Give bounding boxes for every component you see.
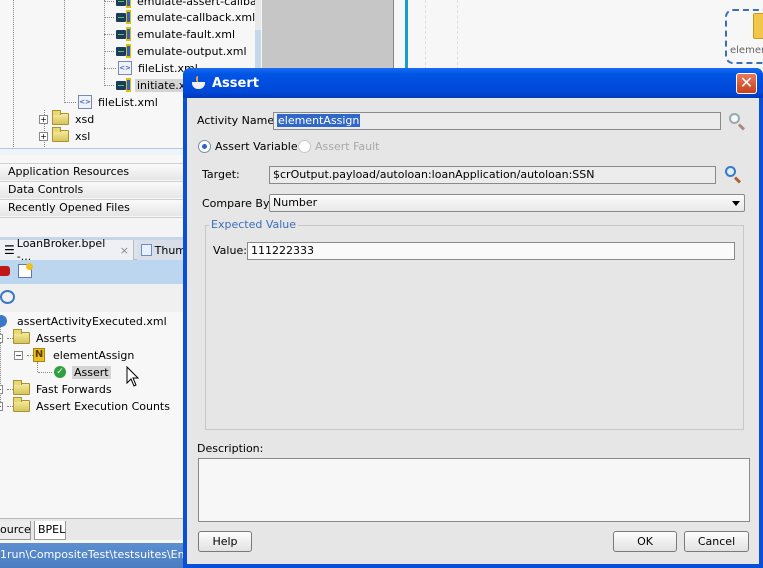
- thumbnail-icon: [141, 244, 152, 256]
- collapse-icon[interactable]: −: [14, 350, 23, 360]
- xml-test-icon: [116, 27, 132, 41]
- tree-item[interactable]: emulate-fault.xml: [104, 26, 237, 42]
- value-label: Value:: [213, 244, 247, 257]
- folder-icon: [13, 397, 30, 412]
- help-button[interactable]: Help: [198, 531, 252, 552]
- dialog-title: Assert: [212, 75, 259, 91]
- compare-by-select[interactable]: Number: [269, 194, 745, 212]
- assert-fault-radio[interactable]: [298, 140, 311, 153]
- expand-icon[interactable]: +: [39, 131, 48, 141]
- assign-activity-icon: N: [33, 348, 45, 362]
- assert-variable-radio[interactable]: [198, 140, 211, 153]
- dialog-body: Activity Name: elementAssign Assert Vari…: [187, 98, 759, 564]
- xml-test-icon: [116, 10, 132, 24]
- close-button[interactable]: ✕: [736, 73, 757, 94]
- tree-item[interactable]: + xsl: [39, 127, 92, 144]
- tree-item-assert[interactable]: ✓ Assert: [38, 364, 111, 380]
- canvas-gridline: [425, 0, 426, 70]
- test-tree: assertActivityExecuted.xml − Asserts − N…: [0, 312, 185, 518]
- xml-test-icon: [116, 44, 132, 58]
- mouse-cursor-icon: [126, 366, 140, 387]
- tree-item[interactable]: <> fileList.xml: [64, 94, 160, 110]
- editor-mode-tabs: ource BPEL: [0, 518, 185, 540]
- canvas-gridline: [457, 0, 458, 70]
- node-label: elemen: [730, 45, 763, 56]
- collapse-icon[interactable]: −: [0, 333, 3, 343]
- chevron-down-icon: [732, 201, 740, 206]
- tree-item-assert-execution-counts[interactable]: + Assert Execution Counts: [0, 397, 172, 414]
- compare-by-label: Compare By:: [202, 197, 273, 210]
- folder-icon: [13, 380, 30, 395]
- tree-item[interactable]: emulate-output.xml: [104, 43, 249, 59]
- assert-variable-label[interactable]: Assert Variable: [215, 140, 298, 153]
- description-field[interactable]: [198, 458, 750, 522]
- accordion-application-resources[interactable]: Application Resources: [0, 163, 185, 180]
- accordion-data-controls[interactable]: Data Controls: [0, 181, 185, 198]
- value-field[interactable]: 111222333: [247, 242, 735, 260]
- xml-test-icon: [116, 0, 132, 8]
- tree-item[interactable]: emulate-assert-callbac: [104, 0, 255, 9]
- assert-fault-label[interactable]: Assert Fault: [315, 140, 380, 153]
- new-test-icon[interactable]: [18, 263, 33, 278]
- folder-icon: [52, 110, 69, 125]
- expected-value-title: Expected Value: [209, 218, 299, 231]
- tree-connector: [64, 0, 65, 103]
- test-file-icon: [0, 315, 7, 327]
- tree-item-asserts[interactable]: − Asserts: [0, 329, 78, 346]
- structure-tabs: ☰ LoanBroker.bpel -... × Thumb: [0, 237, 197, 263]
- target-label: Target:: [202, 168, 240, 181]
- panel-divider[interactable]: [405, 0, 408, 70]
- tree-item-fast-forwards[interactable]: + Fast Forwards: [0, 380, 114, 397]
- toolbar: [0, 260, 185, 284]
- pin-icon[interactable]: [0, 266, 10, 276]
- expand-icon[interactable]: +: [0, 401, 3, 411]
- tree-item[interactable]: + xsd: [39, 110, 96, 127]
- expand-icon[interactable]: +: [0, 384, 3, 394]
- java-cup-icon: [191, 76, 207, 90]
- toolbar: [0, 284, 185, 312]
- status-bar-path: 1run\CompositeTest\testsuites\Emulat: [0, 543, 185, 568]
- refresh-icon[interactable]: [0, 290, 15, 304]
- assert-check-icon: ✓: [54, 366, 66, 378]
- tab-loanbroker-bpel[interactable]: ☰ LoanBroker.bpel -... ×: [0, 237, 134, 263]
- close-tab-icon[interactable]: ×: [120, 244, 129, 257]
- canvas-activity-node[interactable]: elemen: [725, 9, 763, 64]
- tree-connector: [13, 0, 14, 155]
- accordion-recently-opened-files[interactable]: Recently Opened Files: [0, 199, 185, 216]
- xml-file-icon: <>: [78, 95, 92, 109]
- cancel-button[interactable]: Cancel: [684, 531, 749, 552]
- tab-source[interactable]: ource: [0, 521, 31, 540]
- dialog-titlebar[interactable]: Assert ✕: [183, 68, 763, 98]
- assert-dialog: Assert ✕ Activity Name: elementAssign As…: [183, 68, 763, 568]
- target-field[interactable]: $crOutput.payload/autoloan:loanApplicati…: [269, 166, 716, 184]
- expand-icon[interactable]: +: [39, 114, 48, 124]
- search-icon[interactable]: [728, 112, 746, 131]
- folder-open-icon: [13, 329, 30, 344]
- tree-item-elementassign[interactable]: − N elementAssign: [14, 347, 136, 363]
- tab-bpel[interactable]: BPEL: [34, 521, 66, 540]
- description-label: Description:: [197, 442, 264, 455]
- activity-name-field[interactable]: elementAssign: [273, 112, 721, 130]
- ok-button[interactable]: OK: [613, 531, 677, 552]
- browse-target-icon[interactable]: [724, 165, 742, 184]
- xml-test-icon: [116, 78, 132, 92]
- activity-name-label: Activity Name:: [197, 114, 278, 127]
- tree-root[interactable]: assertActivityExecuted.xml: [0, 313, 169, 329]
- accordion-spacer: [0, 217, 185, 237]
- xml-file-icon: <>: [118, 61, 132, 75]
- palette-area: [262, 0, 394, 70]
- structure-icon: ☰: [4, 243, 15, 257]
- folder-icon: [52, 127, 69, 142]
- tree-item[interactable]: emulate-callback.xml: [104, 9, 255, 25]
- assign-activity-icon: [753, 13, 763, 39]
